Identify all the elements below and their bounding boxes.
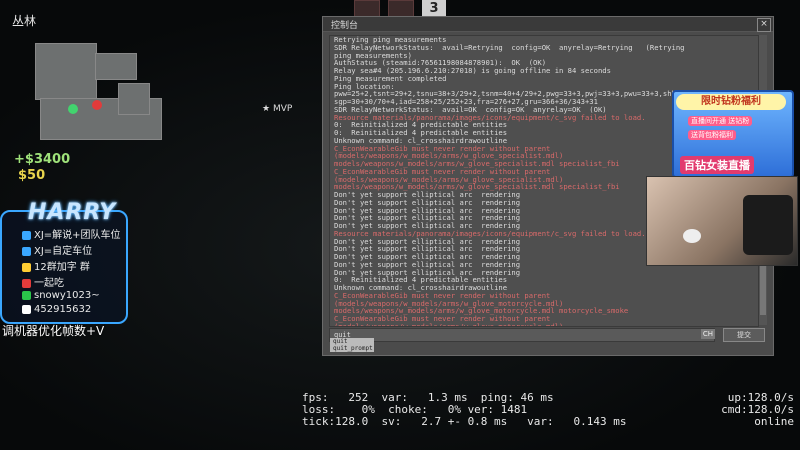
autocomplete-item[interactable]: quit_prompt — [330, 345, 374, 352]
radar-zone — [95, 53, 137, 80]
map-name: 丛林 — [12, 14, 37, 28]
promo-title: 限时钻粉福利 — [676, 94, 786, 110]
qq-icon — [22, 262, 31, 272]
overlay-tip: 调机器优化帧数+V — [2, 324, 105, 338]
console-title: 控制台 — [331, 21, 359, 31]
radar-minimap — [10, 28, 170, 158]
netgraph-stats: fps: 252 var: 1.3 ms ping: 46 ms loss: 0… — [302, 391, 627, 428]
player-dot — [68, 104, 78, 114]
wechat-icon — [22, 290, 31, 300]
radar-zone — [35, 43, 97, 100]
submit-button[interactable]: 提交 — [723, 328, 765, 342]
user-icon — [22, 304, 31, 314]
video-icon — [22, 246, 31, 256]
enemy-dot — [92, 100, 102, 110]
streamer-logo: HARRY — [28, 200, 117, 225]
console-channel-badge: CH — [701, 329, 715, 339]
close-button[interactable]: × — [757, 18, 771, 32]
promo-line: 直播间开通 送钻粉 — [688, 116, 753, 126]
console-line: (models/weapons/w_models/arms/w_glove_mo… — [334, 321, 564, 327]
overlay-row: 452915632 — [22, 304, 91, 317]
money-gain: +$3400 — [14, 152, 71, 167]
overlay-row: 12群加字 群 — [22, 258, 90, 273]
promo-banner: 限时钻粉福利 直播间开通 送钻粉 送背包粉福利 百钻女装直播 — [672, 90, 794, 178]
promo-footer: 百钻女装直播 — [680, 156, 754, 174]
keyboard-image — [743, 195, 793, 255]
autocomplete-list[interactable]: quit quit_prompt — [330, 338, 374, 352]
promo-line: 送背包粉福利 — [688, 130, 736, 140]
console-input[interactable]: quit — [329, 328, 715, 342]
autocomplete-item[interactable]: quit — [330, 338, 374, 345]
radar-zone — [118, 83, 150, 115]
webcam-feed — [646, 176, 798, 266]
overlay-row: XJ=解说+团队车位 — [22, 226, 121, 241]
mouse-image — [683, 229, 701, 243]
netgraph-rates: up:128.0/s cmd:128.0/s online — [721, 391, 794, 428]
money-balance: $50 — [18, 168, 46, 183]
weibo-icon — [22, 278, 31, 288]
video-icon — [22, 230, 31, 240]
overlay-row: 一起吃 — [22, 274, 64, 289]
mvp-label: ★ MVP — [262, 104, 293, 114]
overlay-row: snowy1023~ — [22, 290, 100, 303]
console-titlebar[interactable] — [323, 17, 773, 32]
overlay-row: XJ=自定车位 — [22, 242, 92, 257]
